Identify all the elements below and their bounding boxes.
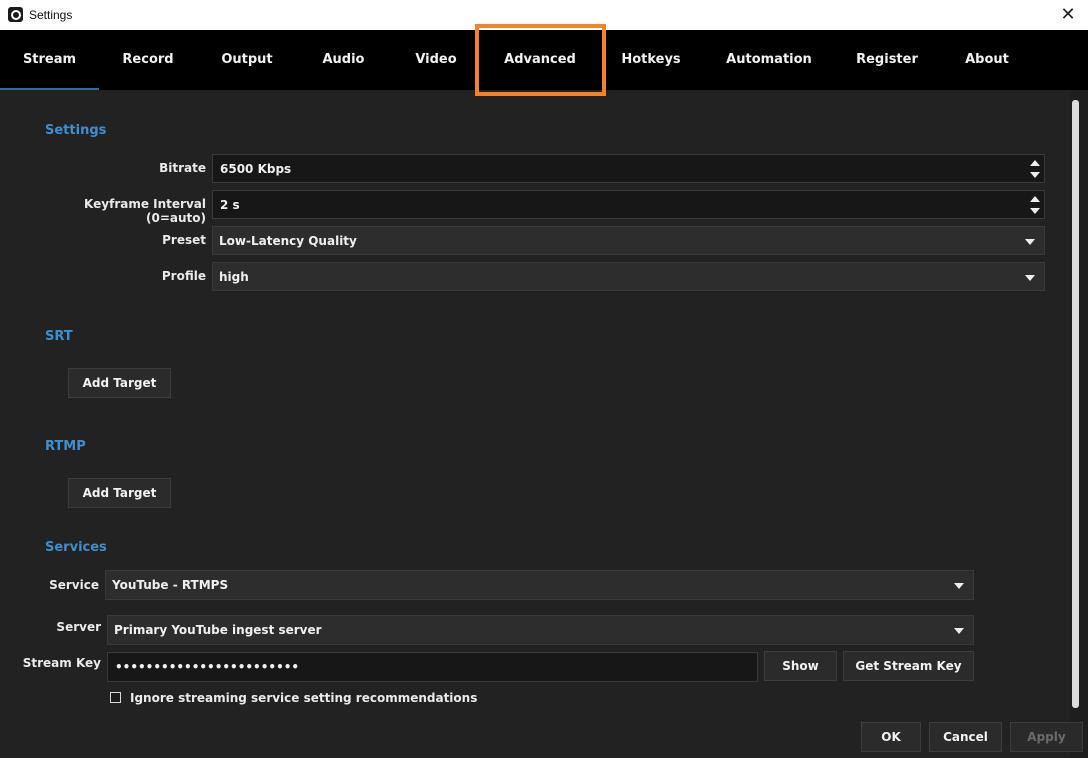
- profile-value: high: [219, 270, 249, 284]
- keyframe-input[interactable]: 2 s: [212, 190, 1045, 219]
- preset-dropdown[interactable]: Low-Latency Quality: [212, 226, 1045, 255]
- stream-key-label: Stream Key: [22, 656, 101, 670]
- bitrate-input[interactable]: 6500 Kbps: [212, 154, 1045, 183]
- server-label: Server: [56, 620, 101, 634]
- spin-up-icon[interactable]: [1030, 196, 1040, 202]
- spin-down-icon[interactable]: [1030, 172, 1040, 178]
- window-title: Settings: [29, 8, 73, 22]
- section-settings-heading: Settings: [45, 123, 107, 138]
- stream-key-input[interactable]: ••••••••••••••••••••••••: [107, 652, 758, 682]
- tab-audio[interactable]: Audio: [297, 30, 390, 90]
- rtmp-add-target-button[interactable]: Add Target: [68, 478, 171, 508]
- section-services-heading: Services: [45, 540, 107, 555]
- ok-button[interactable]: OK: [861, 722, 921, 752]
- cancel-button[interactable]: Cancel: [929, 722, 1002, 752]
- profile-label: Profile: [161, 269, 206, 283]
- chevron-down-icon: [1025, 275, 1035, 281]
- keyframe-label: Keyframe Interval (0=auto): [84, 197, 206, 225]
- tab-stream[interactable]: Stream: [0, 30, 99, 90]
- srt-add-target-button[interactable]: Add Target: [68, 368, 171, 398]
- tab-register[interactable]: Register: [834, 30, 940, 90]
- spin-up-icon[interactable]: [1030, 160, 1040, 166]
- section-srt-heading: SRT: [45, 329, 73, 344]
- section-rtmp-heading: RTMP: [45, 439, 86, 454]
- show-key-button[interactable]: Show: [764, 651, 837, 681]
- service-label: Service: [49, 578, 99, 592]
- tab-video[interactable]: Video: [390, 30, 482, 90]
- bitrate-value: 6500 Kbps: [220, 162, 292, 176]
- tab-advanced[interactable]: Advanced: [482, 30, 598, 90]
- tab-hotkeys[interactable]: Hotkeys: [598, 30, 704, 90]
- preset-value: Low-Latency Quality: [219, 234, 357, 248]
- app-icon: [8, 7, 23, 22]
- window-titlebar: Settings ✕: [0, 0, 1088, 30]
- scrollbar-thumb[interactable]: [1072, 100, 1079, 708]
- server-dropdown[interactable]: Primary YouTube ingest server: [107, 615, 974, 645]
- tab-output[interactable]: Output: [197, 30, 297, 90]
- preset-label: Preset: [162, 233, 206, 247]
- bitrate-label: Bitrate: [159, 161, 206, 175]
- tab-record[interactable]: Record: [99, 30, 197, 90]
- spin-down-icon[interactable]: [1030, 208, 1040, 214]
- tab-bar: Stream Record Output Audio Video Advance…: [0, 30, 1088, 90]
- service-dropdown[interactable]: YouTube - RTMPS: [105, 570, 974, 600]
- bitrate-spinner[interactable]: [1030, 157, 1040, 181]
- get-stream-key-button[interactable]: Get Stream Key: [843, 651, 974, 681]
- service-value: YouTube - RTMPS: [112, 578, 229, 592]
- tab-about[interactable]: About: [940, 30, 1034, 90]
- chevron-down-icon: [954, 628, 964, 634]
- chevron-down-icon: [1025, 239, 1035, 245]
- close-icon[interactable]: ✕: [1054, 2, 1082, 28]
- keyframe-spinner[interactable]: [1030, 193, 1040, 217]
- apply-button[interactable]: Apply: [1010, 722, 1083, 752]
- chevron-down-icon: [954, 583, 964, 589]
- tab-automation[interactable]: Automation: [704, 30, 834, 90]
- stream-key-value: ••••••••••••••••••••••••: [115, 660, 300, 674]
- ignore-recommendations-checkbox[interactable]: [110, 692, 121, 703]
- keyframe-value: 2 s: [220, 198, 240, 212]
- server-value: Primary YouTube ingest server: [114, 623, 322, 637]
- ignore-recommendations-label[interactable]: Ignore streaming service setting recomme…: [130, 691, 477, 705]
- profile-dropdown[interactable]: high: [212, 262, 1045, 291]
